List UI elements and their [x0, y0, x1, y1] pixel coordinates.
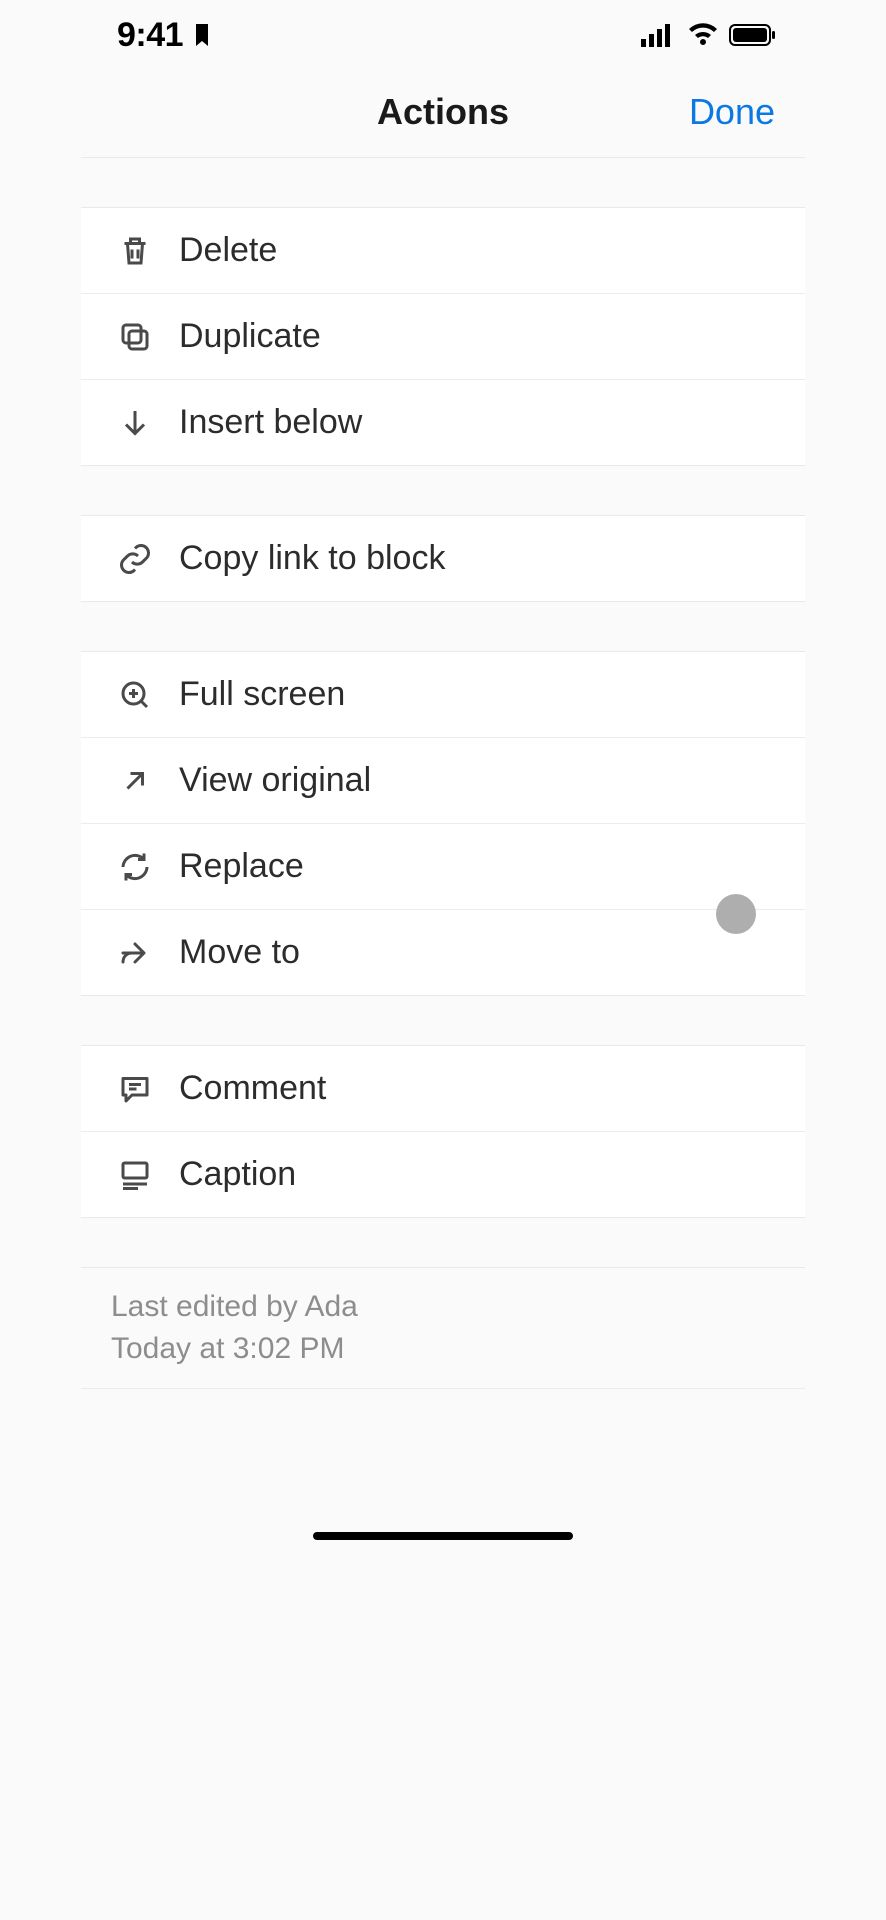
menu-group-2: Copy link to block [81, 516, 805, 602]
link-icon [117, 541, 153, 577]
menu-group-3: Full screen View original Replace Move t… [81, 652, 805, 996]
group-spacer [81, 466, 805, 516]
insert-below-item[interactable]: Insert below [81, 380, 805, 466]
cellular-signal-icon [641, 23, 677, 47]
menu-label: Caption [179, 1155, 296, 1194]
comment-item[interactable]: Comment [81, 1046, 805, 1132]
menu-label: Replace [179, 847, 304, 886]
done-button[interactable]: Done [689, 91, 775, 133]
home-indicator[interactable] [313, 1532, 573, 1540]
refresh-icon [117, 849, 153, 885]
zoom-in-icon [117, 677, 153, 713]
status-left: 9:41 [117, 16, 209, 55]
last-edited-by: Last edited by Ada [111, 1290, 775, 1324]
menu-label: Duplicate [179, 317, 321, 356]
delete-item[interactable]: Delete [81, 208, 805, 294]
replace-item[interactable]: Replace [81, 824, 805, 910]
comment-icon [117, 1071, 153, 1107]
status-right [641, 23, 777, 47]
last-edited-time: Today at 3:02 PM [111, 1332, 775, 1366]
menu-label: Comment [179, 1069, 326, 1108]
page-title: Actions [377, 91, 509, 133]
caption-icon [117, 1157, 153, 1193]
view-original-item[interactable]: View original [81, 738, 805, 824]
footer-info: Last edited by Ada Today at 3:02 PM [81, 1268, 805, 1389]
copy-link-item[interactable]: Copy link to block [81, 516, 805, 602]
menu-label: Copy link to block [179, 539, 445, 578]
menu-group-1: Delete Duplicate Insert below [81, 208, 805, 466]
menu-label: Move to [179, 933, 300, 972]
menu-label: View original [179, 761, 371, 800]
group-spacer [81, 158, 805, 208]
open-external-icon [117, 763, 153, 799]
move-to-icon [117, 935, 153, 971]
wifi-icon [687, 23, 719, 47]
caption-item[interactable]: Caption [81, 1132, 805, 1218]
arrow-down-icon [117, 405, 153, 441]
duplicate-item[interactable]: Duplicate [81, 294, 805, 380]
status-time: 9:41 [117, 16, 183, 55]
group-spacer [81, 602, 805, 652]
menu-label: Insert below [179, 403, 362, 442]
status-bar: 9:41 [81, 0, 805, 66]
nav-header: Actions Done [81, 66, 805, 158]
cursor-indicator [716, 894, 756, 934]
full-screen-item[interactable]: Full screen [81, 652, 805, 738]
trash-icon [117, 233, 153, 269]
group-spacer [81, 996, 805, 1046]
duplicate-icon [117, 319, 153, 355]
bookmark-icon [195, 24, 209, 46]
menu-label: Delete [179, 231, 277, 270]
menu-label: Full screen [179, 675, 345, 714]
move-to-item[interactable]: Move to [81, 910, 805, 996]
group-spacer [81, 1218, 805, 1268]
menu-group-4: Comment Caption [81, 1046, 805, 1218]
battery-icon [729, 23, 777, 47]
